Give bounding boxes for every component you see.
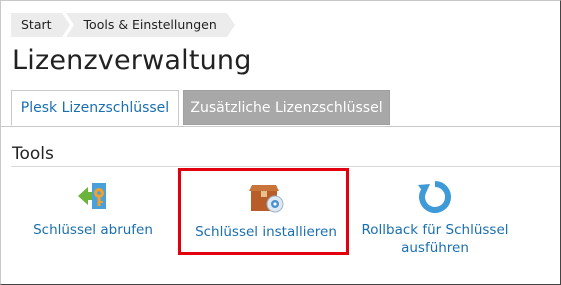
rollback-key-label-line1: Rollback für Schlüssel [361, 222, 509, 238]
retrieve-key-tool[interactable]: Schlüssel abrufen [19, 179, 167, 239]
breadcrumb-item-start[interactable]: Start [11, 13, 70, 37]
page-title: Lizenzverwaltung [12, 45, 252, 76]
retrieve-key-label: Schlüssel abrufen [33, 222, 153, 238]
tools-section-title: Tools [12, 144, 54, 164]
rollback-key-tool[interactable]: Rollback für Schlüssel ausführen [355, 179, 515, 257]
tab-plesk-license-key[interactable]: Plesk Lizenzschlüssel [11, 90, 179, 126]
highlight-box [178, 168, 349, 255]
breadcrumb: Start Tools & Einstellungen [11, 13, 239, 37]
breadcrumb-item-tools-settings[interactable]: Tools & Einstellungen [65, 13, 236, 37]
tab-bar: Plesk Lizenzschlüssel Zusätzliche Lizenz… [1, 90, 560, 127]
rollback-key-label-line2: ausführen [401, 240, 469, 256]
key-retrieve-icon [78, 183, 106, 209]
section-divider [11, 166, 560, 167]
license-management-panel: Start Tools & Einstellungen Lizenzverwal… [0, 0, 561, 285]
tab-additional-license-keys[interactable]: Zusätzliche Lizenzschlüssel [183, 90, 390, 125]
rollback-icon [418, 181, 452, 213]
